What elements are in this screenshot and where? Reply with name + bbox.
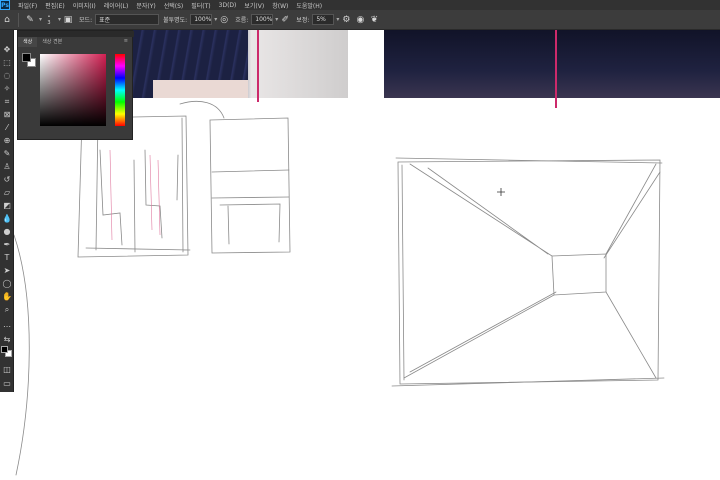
sketch-room-outline-rough [391, 157, 665, 387]
sketch-room-perspective-lines [403, 163, 661, 379]
hand-tool-icon[interactable]: ✋ [0, 291, 14, 303]
type-tool-icon[interactable]: T [0, 252, 14, 264]
foreground-color-swatch[interactable] [22, 53, 31, 62]
saturation-brightness-picker[interactable] [40, 54, 106, 126]
eraser-tool-icon[interactable]: ▱ [0, 187, 14, 199]
tab-swatches[interactable]: 색상 견본 [37, 37, 67, 47]
history-brush-tool-icon[interactable]: ↺ [0, 174, 14, 186]
marquee-tool-icon[interactable]: ⬚ [0, 57, 14, 69]
panel-menu-icon[interactable]: ≡ [124, 38, 128, 44]
toolbar-foreground-swatch[interactable] [1, 346, 8, 353]
color-panel: 색상 색상 견본 ≡ [17, 30, 134, 140]
shape-tool-icon[interactable]: ◯ [0, 278, 14, 290]
pen-tool-icon[interactable]: ✒ [0, 239, 14, 251]
screen-mode-icon[interactable]: ▭ [0, 378, 14, 390]
hue-slider[interactable] [115, 54, 125, 126]
color-panel-tabs: 색상 색상 견본 [18, 37, 134, 47]
move-tool-icon[interactable]: ✥ [0, 44, 14, 56]
path-selection-tool-icon[interactable]: ➤ [0, 265, 14, 277]
sketch-post [133, 159, 136, 253]
swap-colors-icon[interactable]: ⇆ [0, 334, 14, 346]
gradient-tool-icon[interactable]: ◩ [0, 200, 14, 212]
cursor-crosshair-icon [497, 188, 505, 196]
eyedropper-tool-icon[interactable]: ⁄ [0, 122, 14, 134]
sketch-cabinet [209, 117, 291, 254]
sketch-arch [179, 101, 225, 119]
sketch-arc-left [13, 234, 30, 476]
tab-color[interactable]: 색상 [18, 37, 38, 47]
dodge-tool-icon[interactable]: ● [0, 226, 14, 238]
blur-tool-icon[interactable]: 💧 [0, 213, 14, 225]
crop-tool-icon[interactable]: ⌗ [0, 96, 14, 108]
sketch-cabinet-shelf [211, 169, 290, 245]
zoom-tool-icon[interactable]: ⌕ [0, 304, 14, 316]
healing-brush-tool-icon[interactable]: ⊕ [0, 135, 14, 147]
frame-tool-icon[interactable]: ⊠ [0, 109, 14, 121]
photoshop-window: Ps 파일(F) 편집(E) 이미지(I) 레이어(L) 문자(Y) 선택(S)… [0, 0, 720, 480]
quick-mask-icon[interactable]: ◫ [0, 364, 14, 376]
magic-wand-tool-icon[interactable]: ✧ [0, 83, 14, 95]
clone-stamp-tool-icon[interactable]: ♙ [0, 161, 14, 173]
brush-tool-icon[interactable]: ✎ [0, 148, 14, 160]
more-tools-icon[interactable]: ⋯ [0, 321, 14, 333]
lasso-tool-icon[interactable]: ◌ [0, 70, 14, 82]
sketch-room-back-wall [551, 253, 607, 296]
tools-panel: ✥ ⬚ ◌ ✧ ⌗ ⊠ ⁄ ⊕ ✎ ♙ ↺ ▱ ◩ 💧 ● ✒ T ➤ ◯ ✋ … [0, 30, 14, 392]
sketch-room-outline [397, 159, 661, 385]
